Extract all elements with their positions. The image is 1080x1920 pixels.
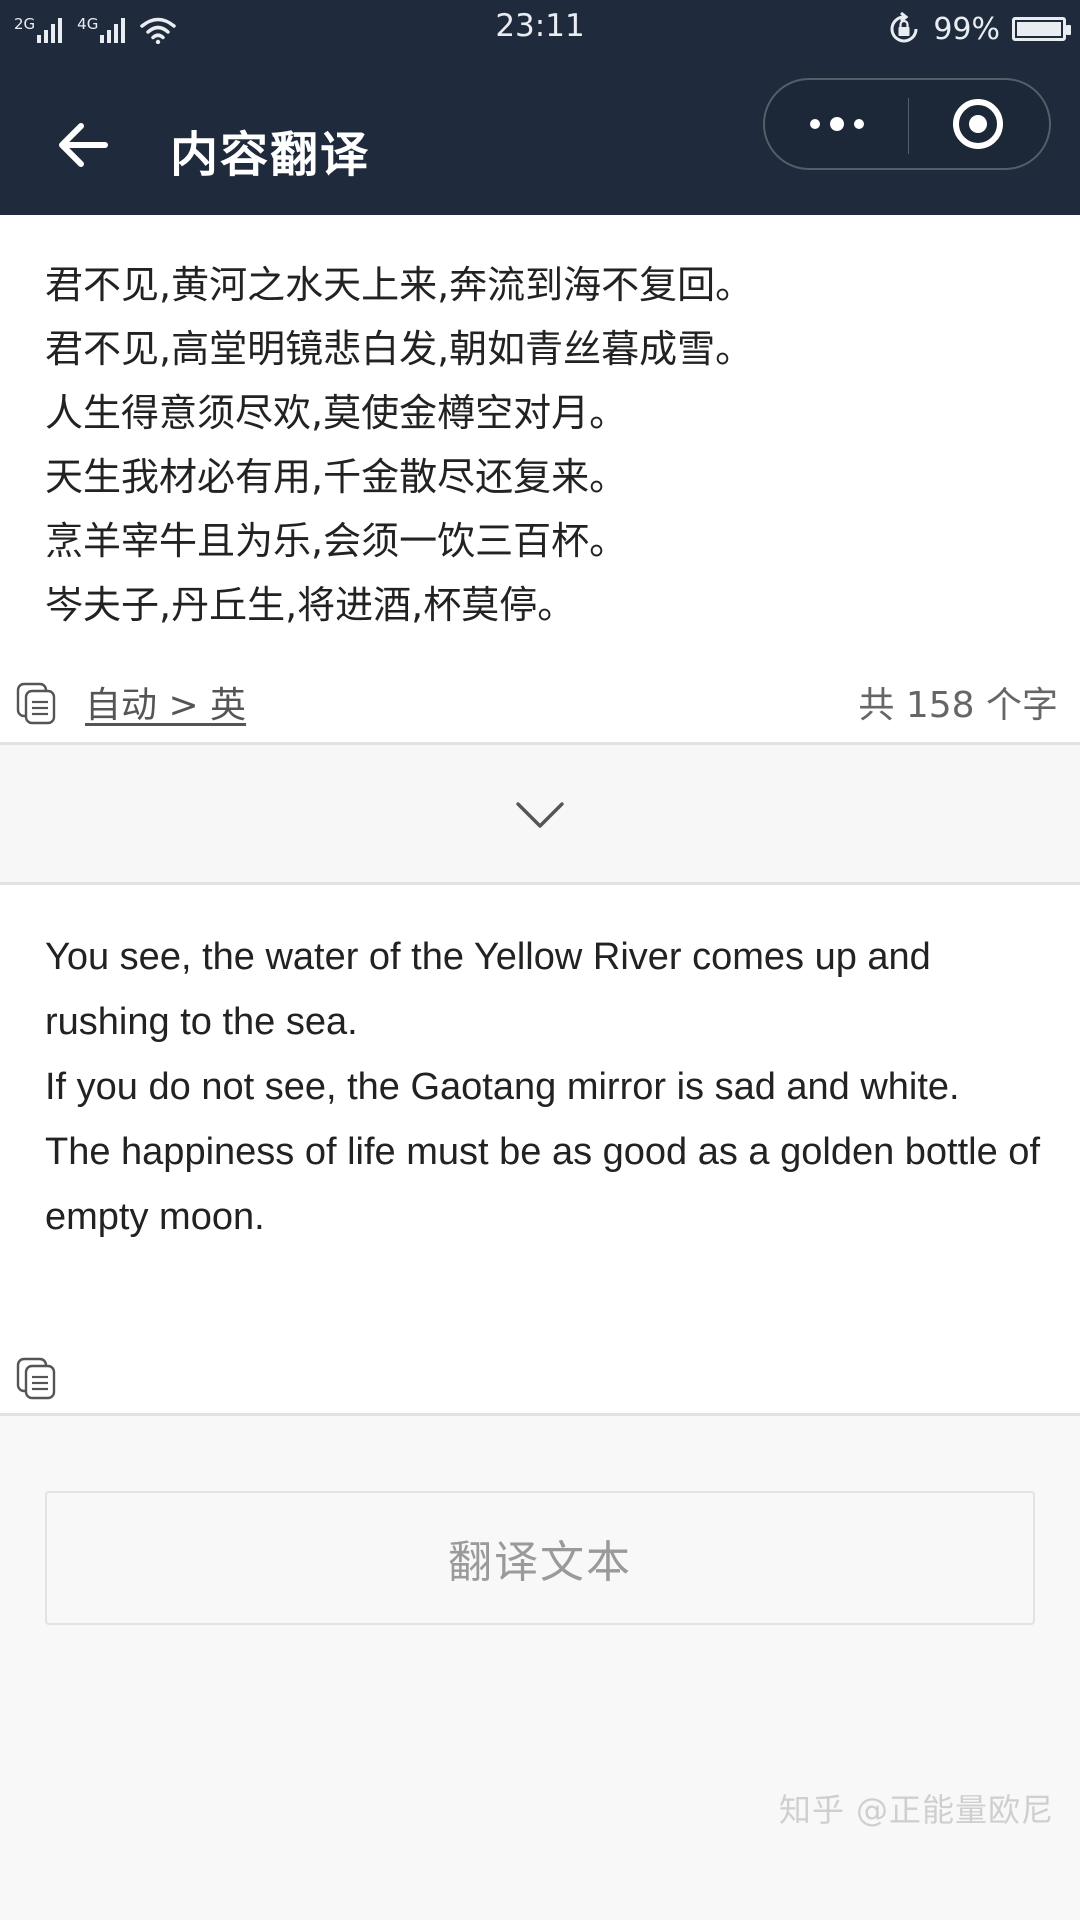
- status-bar: 2G 4G 23:11 99%: [0, 0, 1080, 60]
- source-footer: 自动 > 英 共 158 个字: [0, 662, 1080, 742]
- expand-section: [0, 745, 1080, 882]
- arrow-left-icon: [59, 123, 108, 167]
- source-line: 人生得意须尽欢,莫使金樽空对月。: [45, 391, 628, 435]
- language-pair-selector[interactable]: 自动 > 英: [85, 676, 246, 728]
- more-dot: [853, 119, 864, 129]
- more-dot: [829, 117, 844, 131]
- top-bar: 2G 4G 23:11 99% 内容翻译: [0, 0, 1080, 215]
- target-circle-icon: [952, 99, 1003, 149]
- source-line: 天生我材必有用,千金散尽还复来。: [45, 455, 628, 499]
- mini-program-capsule: [763, 78, 1051, 170]
- source-line: 君不见,高堂明镜悲白发,朝如青丝暮成雪。: [45, 327, 754, 371]
- battery-percent: 99%: [933, 11, 1000, 47]
- translate-text-button[interactable]: 翻译文本: [45, 1491, 1035, 1625]
- more-dot: [809, 119, 820, 129]
- result-line: If you do not see, the Gaotang mirror is…: [45, 1066, 960, 1108]
- expand-button[interactable]: [510, 785, 570, 845]
- back-button[interactable]: [48, 110, 118, 180]
- translation-result-text: You see, the water of the Yellow River c…: [45, 925, 1045, 1250]
- chevron-down-icon: [516, 802, 564, 828]
- battery-fill: [1017, 22, 1061, 36]
- char-count: 共 158 个字: [858, 685, 1058, 726]
- watermark: 知乎 @正能量欧尼: [778, 1791, 1054, 1829]
- close-mini-program-button[interactable]: [906, 80, 1049, 168]
- translation-result-area: You see, the water of the Yellow River c…: [0, 885, 1080, 1413]
- result-line: The happiness of life must be as good as…: [45, 1131, 1040, 1238]
- rotation-lock-icon: [890, 12, 918, 43]
- status-right: 99%: [887, 9, 1071, 49]
- source-text[interactable]: 君不见,黄河之水天上来,奔流到海不复回。 君不见,高堂明镜悲白发,朝如青丝暮成雪…: [45, 253, 1045, 637]
- divider: [0, 1413, 1080, 1416]
- source-line: 岑夫子,丹丘生,将进酒,杯莫停。: [45, 583, 576, 627]
- copy-icon[interactable]: [16, 682, 58, 726]
- result-line: You see, the water of the Yellow River c…: [45, 936, 931, 1043]
- page-title: 内容翻译: [170, 127, 371, 183]
- source-text-area[interactable]: 君不见,黄河之水天上来,奔流到海不复回。 君不见,高堂明镜悲白发,朝如青丝暮成雪…: [0, 215, 1080, 742]
- more-button[interactable]: [765, 80, 908, 168]
- source-line: 烹羊宰牛且为乐,会须一饮三百杯。: [45, 519, 628, 563]
- copy-icon[interactable]: [16, 1357, 58, 1401]
- battery-icon: [1012, 17, 1071, 41]
- source-line: 君不见,黄河之水天上来,奔流到海不复回。: [45, 263, 754, 307]
